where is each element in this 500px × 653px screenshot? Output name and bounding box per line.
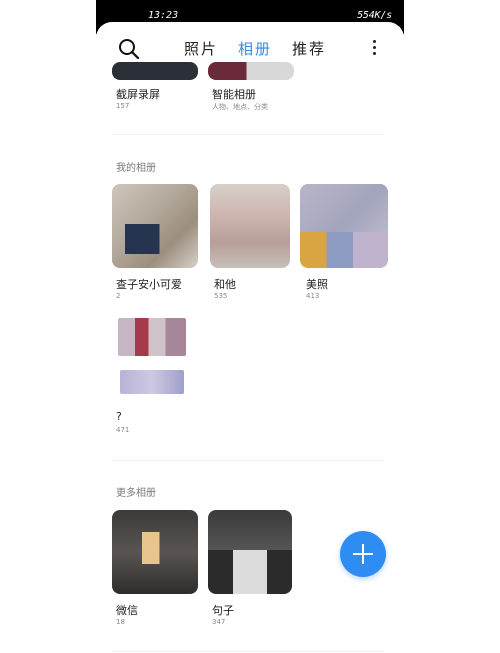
album-my-2[interactable]: 和他 535 <box>210 184 290 304</box>
side-margin-left <box>0 0 96 653</box>
album-name: 智能相册 <box>212 88 256 101</box>
album-name: 微信 <box>116 604 138 617</box>
album-count: 413 <box>306 292 320 300</box>
album-thumbnail <box>300 184 388 268</box>
search-button[interactable] <box>118 38 140 60</box>
more-vertical-icon <box>372 40 378 55</box>
section-title-my-albums: 我的相册 <box>116 163 156 174</box>
album-name: ? <box>116 410 122 423</box>
album-name: 查子安小可爱 <box>116 278 182 291</box>
album-thumbnail-secondary <box>120 370 184 394</box>
album-count: 157 <box>116 102 130 110</box>
album-thumbnail <box>112 184 198 268</box>
album-count: 18 <box>116 618 125 626</box>
album-my-1[interactable]: 查子安小可爱 2 <box>112 184 198 304</box>
album-name: 截屏录屏 <box>116 88 160 101</box>
section-divider <box>112 651 384 652</box>
album-count: 347 <box>212 618 226 626</box>
album-my-4[interactable]: ? 471 <box>112 316 192 436</box>
album-name: 句子 <box>212 604 234 617</box>
tab-recommend[interactable]: 推荐 <box>292 38 326 59</box>
album-count: 535 <box>214 292 228 300</box>
phone-screen: 13:23 554K/s 照片 相册 推荐 截屏录屏 157 智能相册 人物、地… <box>96 0 404 653</box>
section-divider <box>112 460 384 461</box>
album-more-2[interactable]: 句子 347 <box>208 510 292 630</box>
album-screenshots[interactable]: 截屏录屏 157 <box>112 62 198 112</box>
album-my-3[interactable]: 美照 413 <box>300 184 388 304</box>
album-thumbnail <box>208 510 292 594</box>
album-count: 471 <box>116 426 130 434</box>
album-thumbnail <box>208 62 294 80</box>
tab-photos[interactable]: 照片 <box>184 38 218 59</box>
album-name: 美照 <box>306 278 328 291</box>
search-icon <box>119 39 140 60</box>
album-thumbnail <box>210 184 290 268</box>
album-name: 和他 <box>214 278 236 291</box>
tab-albums[interactable]: 相册 <box>238 38 272 59</box>
side-margin-right <box>404 0 500 653</box>
tab-bar: 照片 相册 推荐 <box>184 38 326 59</box>
album-subtitle: 人物、地点、分类 <box>212 103 268 111</box>
status-time: 13:23 <box>148 10 179 21</box>
more-options-button[interactable] <box>372 40 378 58</box>
section-title-more-albums: 更多相册 <box>116 488 156 499</box>
album-thumbnail <box>112 62 198 80</box>
album-thumbnail <box>112 510 198 594</box>
album-count: 2 <box>116 292 121 300</box>
album-more-1[interactable]: 微信 18 <box>112 510 198 630</box>
album-smart[interactable]: 智能相册 人物、地点、分类 <box>208 62 294 112</box>
status-network-speed: 554K/s <box>357 10 392 21</box>
section-divider <box>112 134 384 135</box>
album-thumbnail <box>118 318 186 356</box>
add-album-button[interactable] <box>340 531 386 577</box>
